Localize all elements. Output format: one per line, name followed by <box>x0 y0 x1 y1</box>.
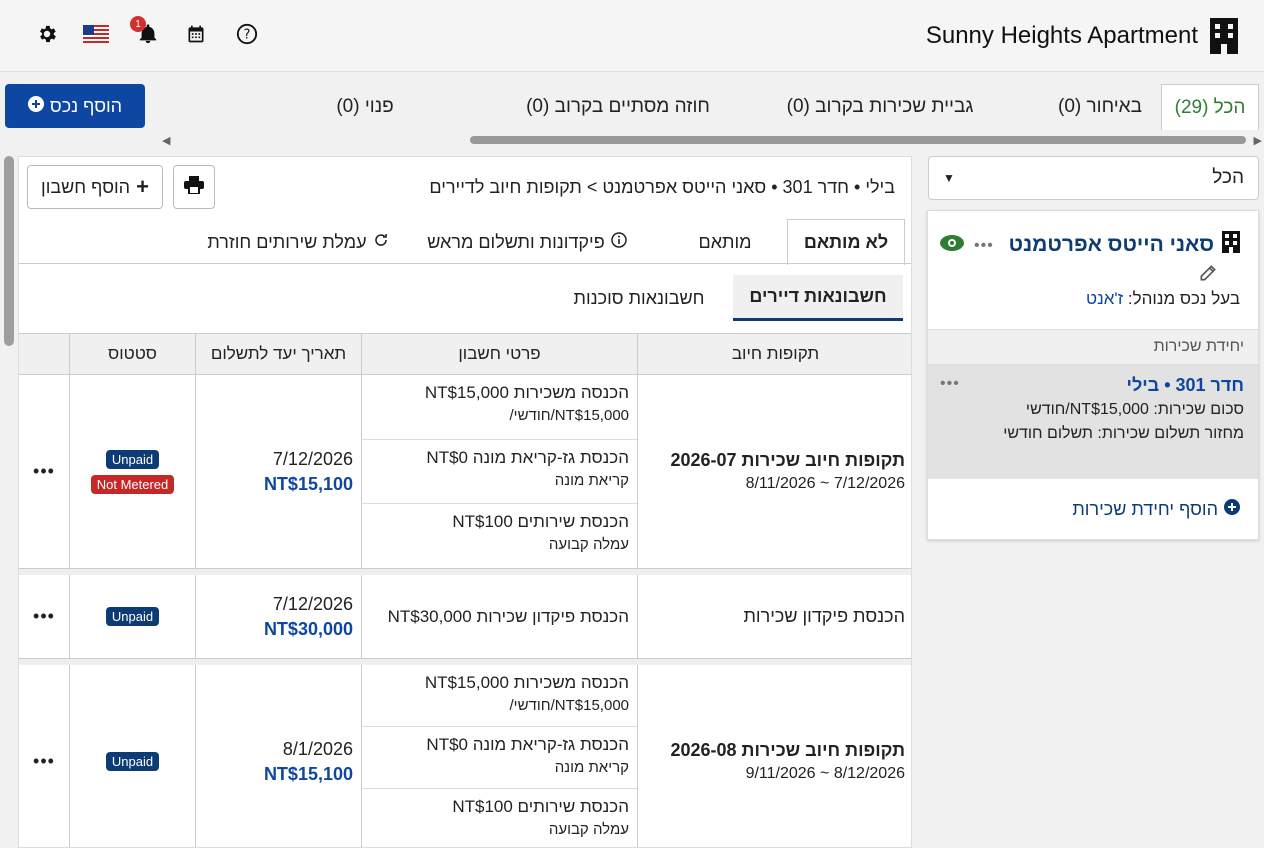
tab-vacant[interactable]: פנוי (0) <box>320 84 410 130</box>
property-filter-select[interactable]: ▼ הכל <box>928 156 1259 200</box>
period-title: הכנסת פיקדון שכירות <box>743 606 905 626</box>
bill-item: הכנסת שירותים NT$100 עמלה קבועה <box>452 797 629 838</box>
owner-line: בעל נכס מנוהל: ז'אנט <box>1086 289 1240 308</box>
tab-agency-accounting[interactable]: חשבונאות סוכנות <box>559 275 719 321</box>
plus-circle-icon <box>27 95 44 117</box>
col-billing-period: תקופות חיוב <box>637 334 911 374</box>
bill-item: הכנסת גז-קריאת מונה NT$0 קריאת מונה <box>362 727 637 789</box>
page-scrollbar[interactable] <box>4 156 14 346</box>
property-title[interactable]: סאני הייטס אפרטמנט <box>1009 231 1240 259</box>
row-more-icon[interactable]: ••• <box>19 665 69 847</box>
due-date: 7/12/2026 <box>272 593 353 614</box>
tab-tenant-accounting[interactable]: חשבונאות דיירים <box>733 275 903 321</box>
add-property-button[interactable]: הוסף נכס <box>5 84 145 128</box>
bill-item: הכנסת פיקדון שכירות NT$30,000 <box>387 606 629 626</box>
scroll-thumb[interactable] <box>470 136 1246 144</box>
help-icon[interactable]: ? <box>235 22 259 46</box>
bill-item: הכנסת גז-קריאת מונה NT$0 קריאת מונה <box>362 440 637 504</box>
sub-tabs-divider <box>19 263 911 264</box>
tab-lease-ending-soon[interactable]: חוזה מסתיים בקרוב (0) <box>510 84 726 130</box>
unit-name[interactable]: חדר 301 • בילי <box>1127 375 1244 396</box>
tab-overdue[interactable]: באיחור (0) <box>1040 84 1160 130</box>
more-options-icon[interactable]: ••• <box>974 237 994 255</box>
col-status: סטטוס <box>69 334 195 374</box>
table-row: תקופות חיוב שכירות 2026-08 8/12/2026 ~ 9… <box>19 659 911 847</box>
tab-all[interactable]: הכל (29) <box>1161 84 1259 130</box>
bill-item: הכנסה משכירות NT$15,000 NT$15,000/חודשי/ <box>362 375 637 440</box>
row-more-icon[interactable]: ••• <box>19 375 69 568</box>
col-due-date: תאריך יעד לתשלום <box>195 334 361 374</box>
period-range: 8/12/2026 ~ 9/11/2026 <box>745 765 905 782</box>
edit-icon[interactable] <box>1198 263 1218 288</box>
billing-panel: בילי • חדר 301 • סאני הייטס אפרטמנט > תק… <box>18 156 912 848</box>
tabs-scrollbar[interactable]: ◀ ▶ <box>160 134 1264 147</box>
tab-unmatched[interactable]: לא מותאם <box>787 219 905 265</box>
notification-badge: 1 <box>130 16 146 32</box>
calendar-icon[interactable] <box>184 22 208 46</box>
scroll-left-icon[interactable]: ◀ <box>162 134 170 147</box>
app-header: 1 ? Sunny Heights Apartment <box>0 0 1264 72</box>
status-badge-unpaid: Unpaid <box>105 449 160 469</box>
tab-matched[interactable]: מותאם <box>675 219 775 265</box>
caret-down-icon: ▼ <box>943 171 955 185</box>
info-icon <box>610 231 627 253</box>
svg-text:?: ? <box>244 28 251 43</box>
scroll-right-icon[interactable]: ▶ <box>1254 134 1262 147</box>
status-badge-unpaid: Unpaid <box>105 752 160 771</box>
owner-name-link[interactable]: ז'אנט <box>1086 289 1123 308</box>
col-actions <box>19 334 69 374</box>
tab-deposits-prepayments[interactable]: פיקדונות ותשלום מראש <box>415 219 639 265</box>
add-unit-button[interactable]: הוסף יחידת שכירות <box>1072 499 1240 520</box>
due-amount: NT$15,100 <box>263 473 353 494</box>
unit-rent: סכום שכירות: NT$15,000/חודשי <box>1025 401 1244 418</box>
eye-icon[interactable] <box>940 235 964 256</box>
breadcrumb: בילי • חדר 301 • סאני הייטס אפרטמנט > תק… <box>429 177 895 197</box>
refresh-icon <box>373 232 389 253</box>
gear-icon[interactable] <box>35 22 59 46</box>
bill-item: הכנסה משכירות NT$15,000 NT$15,000/חודשי/ <box>362 665 637 727</box>
building-small-icon <box>1222 231 1240 259</box>
bell-icon[interactable]: 1 <box>130 16 160 46</box>
due-amount: NT$30,000 <box>263 618 353 639</box>
unit-payment-cycle: מחזור תשלום שכירות: תשלום חודשי <box>1003 425 1244 442</box>
period-range: 7/12/2026 ~ 8/11/2026 <box>745 475 905 492</box>
billing-table: תקופות חיוב פרטי חשבון תאריך יעד לתשלום … <box>19 333 911 847</box>
period-title: תקופות חיוב שכירות 2026-07 <box>670 450 905 470</box>
period-title: תקופות חיוב שכירות 2026-08 <box>670 740 905 760</box>
due-amount: NT$15,100 <box>263 763 353 784</box>
status-badge-unpaid: Unpaid <box>105 607 160 626</box>
table-header: תקופות חיוב פרטי חשבון תאריך יעד לתשלום … <box>19 333 911 375</box>
col-bill-details: פרטי חשבון <box>361 334 637 374</box>
unit-more-icon[interactable]: ••• <box>940 375 960 393</box>
add-bill-button[interactable]: הוסף חשבון + <box>27 165 163 209</box>
print-button[interactable] <box>173 165 215 209</box>
property-card: סאני הייטס אפרטמנט ••• בעל נכס מנוהל: ז'… <box>927 210 1259 540</box>
tab-rent-due-soon[interactable]: גביית שכירות בקרוב (0) <box>770 84 990 130</box>
bill-item: הכנסת שירותים NT$100 עמלה קבועה <box>452 512 629 553</box>
plus-icon: + <box>136 174 149 199</box>
tab-recurring-service-fee[interactable]: עמלת שירותים חוזרת <box>195 219 401 265</box>
due-date: 8/1/2026 <box>282 738 353 759</box>
property-actions: ••• <box>940 235 994 256</box>
row-more-icon[interactable]: ••• <box>19 575 69 658</box>
app-title: Sunny Heights Apartment <box>925 22 1198 49</box>
unit-card[interactable]: חדר 301 • בילי סכום שכירות: NT$15,000/חו… <box>928 365 1258 479</box>
printer-icon <box>184 175 204 199</box>
units-header: יחידת שכירות <box>928 329 1258 365</box>
plus-circle-icon <box>1224 499 1240 520</box>
table-row: הכנסת פיקדון שכירות הכנסת פיקדון שכירות … <box>19 569 911 659</box>
us-flag-icon[interactable] <box>83 22 109 46</box>
status-tabs: הוסף נכס הכל (29) באיחור (0) גביית שכירו… <box>0 80 1264 150</box>
status-badge-not-metered: Not Metered <box>90 474 175 494</box>
due-date: 7/12/2026 <box>272 448 353 469</box>
table-row: תקופות חיוב שכירות 2026-07 7/12/2026 ~ 8… <box>19 375 911 569</box>
building-icon <box>1208 16 1240 56</box>
